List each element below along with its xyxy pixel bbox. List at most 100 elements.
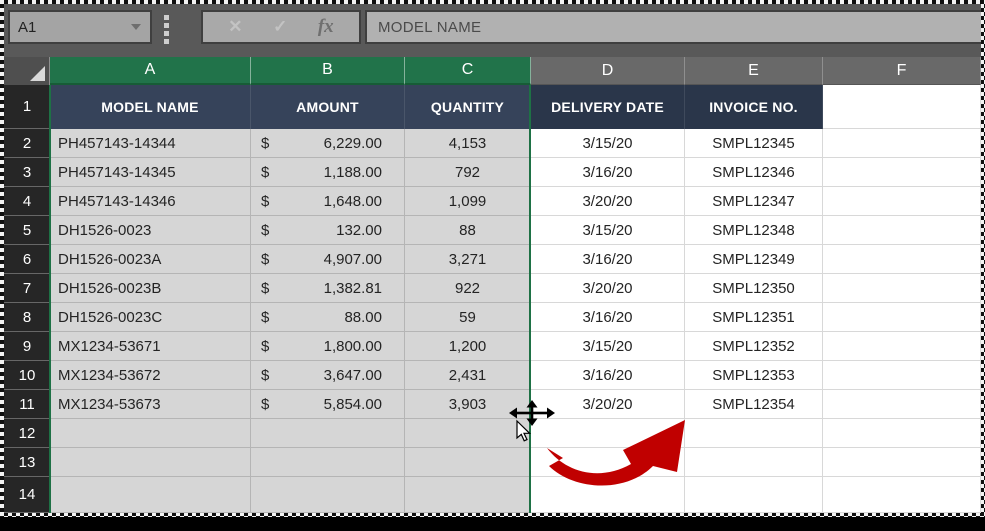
column-header-c[interactable]: C xyxy=(405,57,531,85)
cell-f1[interactable] xyxy=(823,85,981,129)
column-header-d[interactable]: D xyxy=(531,57,685,85)
cell-delivery-date[interactable]: 3/16/20 xyxy=(531,303,685,332)
cell-empty[interactable] xyxy=(685,419,823,448)
cell-delivery-date[interactable]: 3/16/20 xyxy=(531,158,685,187)
row-header-2[interactable]: 2 xyxy=(4,129,50,158)
cell-model[interactable]: MX1234-53671 xyxy=(50,332,251,361)
cell-quantity[interactable]: 792 xyxy=(405,158,531,187)
column-header-f[interactable]: F xyxy=(823,57,981,85)
cell-quantity[interactable]: 3,903 xyxy=(405,390,531,419)
cell-model[interactable]: DH1526-0023 xyxy=(50,216,251,245)
cell-quantity[interactable]: 4,153 xyxy=(405,129,531,158)
cell-model[interactable]: DH1526-0023A xyxy=(50,245,251,274)
cell-model[interactable]: MX1234-53673 xyxy=(50,390,251,419)
row-header-5[interactable]: 5 xyxy=(4,216,50,245)
row-header-1[interactable]: 1 xyxy=(4,85,50,129)
row-header-11[interactable]: 11 xyxy=(4,390,50,419)
cell-empty[interactable] xyxy=(50,419,251,448)
cell-quantity[interactable]: 3,271 xyxy=(405,245,531,274)
cell-amount[interactable]: $1,648.00 xyxy=(251,187,405,216)
row-header-10[interactable]: 10 xyxy=(4,361,50,390)
cell-quantity[interactable]: 59 xyxy=(405,303,531,332)
row-header-9[interactable]: 9 xyxy=(4,332,50,361)
cell-invoice[interactable]: SMPL12345 xyxy=(685,129,823,158)
cell-delivery-date[interactable]: 3/16/20 xyxy=(531,245,685,274)
cell-model[interactable]: MX1234-53672 xyxy=(50,361,251,390)
cell-invoice[interactable]: SMPL12349 xyxy=(685,245,823,274)
cell-delivery-date[interactable]: 3/15/20 xyxy=(531,216,685,245)
cell-invoice[interactable]: SMPL12346 xyxy=(685,158,823,187)
cell-empty[interactable] xyxy=(50,448,251,477)
column-header-e[interactable]: E xyxy=(685,57,823,85)
cell-amount[interactable]: $5,854.00 xyxy=(251,390,405,419)
cell-delivery-date[interactable]: 3/15/20 xyxy=(531,332,685,361)
cell-quantity[interactable]: 88 xyxy=(405,216,531,245)
row-header-4[interactable]: 4 xyxy=(4,187,50,216)
cell-empty[interactable] xyxy=(405,477,531,513)
cell-delivery-date[interactable]: 3/15/20 xyxy=(531,129,685,158)
cell-a1[interactable]: MODEL NAME xyxy=(50,85,251,129)
cell-amount[interactable]: $6,229.00 xyxy=(251,129,405,158)
cell-delivery-date[interactable]: 3/20/20 xyxy=(531,274,685,303)
enter-icon[interactable]: ✓ xyxy=(273,17,287,37)
cell-empty[interactable] xyxy=(405,419,531,448)
cell-quantity[interactable]: 2,431 xyxy=(405,361,531,390)
cell-quantity[interactable]: 1,200 xyxy=(405,332,531,361)
cell-c1[interactable]: QUANTITY xyxy=(405,85,531,129)
cell-empty[interactable] xyxy=(823,303,981,332)
cell-amount[interactable]: $1,800.00 xyxy=(251,332,405,361)
cell-model[interactable]: DH1526-0023B xyxy=(50,274,251,303)
cell-invoice[interactable]: SMPL12353 xyxy=(685,361,823,390)
row-header-12[interactable]: 12 xyxy=(4,419,50,448)
row-header-8[interactable]: 8 xyxy=(4,303,50,332)
insert-function-icon[interactable]: fx xyxy=(318,16,334,38)
cell-model[interactable]: PH457143-14346 xyxy=(50,187,251,216)
cell-delivery-date[interactable]: 3/20/20 xyxy=(531,390,685,419)
cell-empty[interactable] xyxy=(251,419,405,448)
cell-empty[interactable] xyxy=(823,361,981,390)
cell-empty[interactable] xyxy=(251,448,405,477)
cell-invoice[interactable]: SMPL12354 xyxy=(685,390,823,419)
cell-empty[interactable] xyxy=(823,216,981,245)
cell-empty[interactable] xyxy=(823,448,981,477)
cell-invoice[interactable]: SMPL12351 xyxy=(685,303,823,332)
cell-empty[interactable] xyxy=(685,448,823,477)
cell-e1[interactable]: INVOICE NO. xyxy=(685,85,823,129)
cell-empty[interactable] xyxy=(531,477,685,513)
cell-empty[interactable] xyxy=(251,477,405,513)
cell-empty[interactable] xyxy=(823,129,981,158)
cell-amount[interactable]: $1,382.81 xyxy=(251,274,405,303)
cell-b1[interactable]: AMOUNT xyxy=(251,85,405,129)
cell-invoice[interactable]: SMPL12352 xyxy=(685,332,823,361)
cell-amount[interactable]: $3,647.00 xyxy=(251,361,405,390)
cell-empty[interactable] xyxy=(823,390,981,419)
cell-empty[interactable] xyxy=(405,448,531,477)
cell-amount[interactable]: $1,188.00 xyxy=(251,158,405,187)
cell-model[interactable]: PH457143-14344 xyxy=(50,129,251,158)
cell-invoice[interactable]: SMPL12350 xyxy=(685,274,823,303)
cell-amount[interactable]: $88.00 xyxy=(251,303,405,332)
cell-model[interactable]: PH457143-14345 xyxy=(50,158,251,187)
name-box-dropdown-icon[interactable] xyxy=(131,24,141,30)
cell-invoice[interactable]: SMPL12348 xyxy=(685,216,823,245)
row-header-13[interactable]: 13 xyxy=(4,448,50,477)
cell-quantity[interactable]: 1,099 xyxy=(405,187,531,216)
cell-empty[interactable] xyxy=(823,419,981,448)
cell-empty[interactable] xyxy=(823,245,981,274)
grip-dots-icon[interactable] xyxy=(164,15,169,44)
cell-invoice[interactable]: SMPL12347 xyxy=(685,187,823,216)
cell-amount[interactable]: $132.00 xyxy=(251,216,405,245)
cell-amount[interactable]: $4,907.00 xyxy=(251,245,405,274)
row-header-3[interactable]: 3 xyxy=(4,158,50,187)
formula-bar[interactable]: MODEL NAME xyxy=(365,10,981,44)
column-header-a[interactable]: A xyxy=(50,57,251,85)
cell-d1[interactable]: DELIVERY DATE xyxy=(531,85,685,129)
cell-delivery-date[interactable]: 3/20/20 xyxy=(531,187,685,216)
cell-empty[interactable] xyxy=(823,158,981,187)
row-header-6[interactable]: 6 xyxy=(4,245,50,274)
cell-empty[interactable] xyxy=(531,419,685,448)
cell-empty[interactable] xyxy=(823,477,981,513)
select-all-button[interactable] xyxy=(4,57,50,85)
cell-empty[interactable] xyxy=(823,187,981,216)
cell-delivery-date[interactable]: 3/16/20 xyxy=(531,361,685,390)
